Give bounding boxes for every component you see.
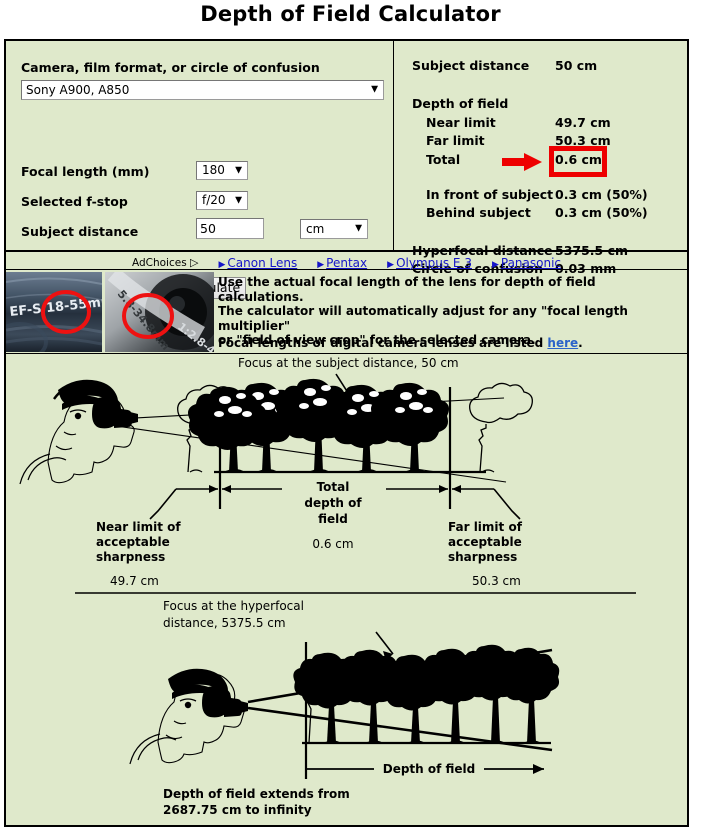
focal-length-label: Focal length (mm) bbox=[21, 164, 150, 179]
result-in-front-label: In front of subject bbox=[426, 187, 554, 202]
top-near-limit-line3: sharpness bbox=[96, 550, 165, 564]
top-diagram: Focus at the subject distance, 50 cm Tot… bbox=[19, 356, 533, 588]
input-form-pane: Camera, film format, or circle of confus… bbox=[6, 41, 393, 299]
bottom-focus-caption-line2: distance, 5375.5 cm bbox=[163, 616, 286, 630]
ad-link-canon-lens[interactable]: ▶ Canon Lens bbox=[219, 256, 298, 270]
here-link[interactable]: here bbox=[547, 336, 578, 350]
bottom-dof-label: Depth of field bbox=[383, 762, 476, 776]
top-far-limit-line3: sharpness bbox=[448, 550, 517, 564]
focal-length-value: 180 bbox=[202, 163, 225, 177]
result-far-limit-label: Far limit bbox=[426, 133, 485, 148]
subject-distance-label: Subject distance bbox=[21, 224, 139, 239]
result-subject-distance-label: Subject distance bbox=[412, 58, 530, 73]
adchoices-bar: AdChoices ▷ ▶ Canon Lens ▶ Pentax ▶ Olympus E … bbox=[6, 252, 687, 270]
diagram-area: Focus at the subject distance, 50 cm Tot… bbox=[6, 354, 687, 825]
info-block: EF-S 18-55mm 5.8-34.8mm 1:2.8-4.8 Use th… bbox=[6, 270, 687, 354]
triangle-right-icon: ▶ bbox=[387, 259, 395, 270]
red-arrow-icon bbox=[502, 153, 542, 171]
top-total-line2: depth of bbox=[304, 496, 362, 510]
result-subject-distance-value: 50 cm bbox=[555, 58, 598, 73]
result-total-value: 0.6 cm bbox=[555, 152, 602, 167]
page-title: Depth of Field Calculator bbox=[200, 2, 501, 26]
subject-distance-input[interactable]: 50 bbox=[196, 218, 264, 239]
ad-link-panasonic[interactable]: ▶ Panasonic bbox=[492, 256, 561, 270]
top-total-value: 0.6 cm bbox=[312, 537, 353, 551]
chevron-down-icon: ▼ bbox=[355, 223, 362, 234]
chevron-down-icon: ▼ bbox=[235, 165, 242, 175]
adchoices-icon: ▷ bbox=[190, 256, 199, 269]
result-behind-value: 0.3 cm (50%) bbox=[555, 205, 648, 220]
depth-of-field-diagrams: Focus at the subject distance, 50 cm Tot… bbox=[19, 356, 636, 817]
bottom-focus-caption-line1: Focus at the hyperfocal bbox=[163, 599, 304, 613]
photographer-icon bbox=[19, 379, 138, 485]
top-near-limit-value: 49.7 cm bbox=[110, 574, 159, 588]
tree-sharp-4 bbox=[371, 382, 449, 472]
fstop-value: f/20 bbox=[202, 193, 226, 207]
result-near-limit-label: Near limit bbox=[426, 115, 496, 130]
photographer-icon-2 bbox=[129, 668, 248, 765]
lens-photo-canon: EF-S 18-55mm bbox=[6, 272, 102, 352]
info-text-line4-prefix: Focal lengths of digital camera lenses a… bbox=[218, 336, 548, 350]
top-total-line3: field bbox=[318, 512, 348, 526]
camera-field-heading: Camera, film format, or circle of confus… bbox=[21, 60, 320, 75]
chevron-down-icon: ▼ bbox=[235, 195, 242, 205]
info-text-line1: Use the actual focal length of the lens … bbox=[218, 275, 596, 304]
unit-select[interactable]: cm ▼ bbox=[300, 219, 368, 239]
tree-blurred-right bbox=[469, 382, 533, 473]
top-near-limit-line1: Near limit of bbox=[96, 520, 181, 534]
top-total-line1: Total bbox=[317, 480, 350, 494]
bottom-diagram: Focus at the hyperfocal distance, 5375.5… bbox=[129, 599, 560, 817]
triangle-right-icon: ▶ bbox=[218, 259, 226, 270]
fstop-label: Selected f-stop bbox=[21, 194, 128, 209]
top-far-limit-line1: Far limit of bbox=[448, 520, 523, 534]
adchoices-label[interactable]: AdChoices ▷ bbox=[132, 256, 199, 269]
main-panel: Camera, film format, or circle of confus… bbox=[4, 39, 689, 827]
top-far-limit-value: 50.3 cm bbox=[472, 574, 521, 588]
triangle-right-icon: ▶ bbox=[317, 259, 325, 270]
result-near-limit-value: 49.7 cm bbox=[555, 115, 611, 130]
bottom-extent-line2: 2687.75 cm to infinity bbox=[163, 803, 312, 817]
calculator-row: Camera, film format, or circle of confus… bbox=[6, 41, 687, 299]
info-text-line4-suffix: . bbox=[578, 336, 583, 350]
triangle-right-icon: ▶ bbox=[491, 259, 499, 270]
bottom-extent-line1: Depth of field extends from bbox=[163, 787, 350, 801]
result-dof-heading: Depth of field bbox=[412, 96, 509, 111]
lens-photo-compact: 5.8-34.8mm 1:2.8-4.8 bbox=[105, 272, 214, 352]
ad-link-pentax[interactable]: ▶ Pentax bbox=[317, 256, 367, 270]
ad-link-olympus-e3[interactable]: ▶ Olympus E 3 bbox=[387, 256, 472, 270]
info-text-line4: Focal lengths of digital camera lenses a… bbox=[218, 336, 583, 350]
depth-of-field-calculator-page: Depth of Field Calculator Camera, film f… bbox=[0, 0, 701, 839]
camera-select-value: Sony A900, A850 bbox=[26, 83, 130, 97]
top-far-limit-line2: acceptable bbox=[448, 535, 522, 549]
result-behind-label: Behind subject bbox=[426, 205, 531, 220]
camera-select[interactable]: Sony A900, A850 ▼ bbox=[21, 80, 384, 100]
top-focus-caption: Focus at the subject distance, 50 cm bbox=[238, 356, 459, 370]
tree-sharp-5 bbox=[188, 386, 266, 472]
fstop-select[interactable]: f/20 ▼ bbox=[196, 191, 248, 210]
chevron-down-icon: ▼ bbox=[371, 84, 378, 95]
result-total-label: Total bbox=[426, 152, 461, 167]
focal-length-select[interactable]: 180 ▼ bbox=[196, 161, 248, 180]
results-pane: Subject distance 50 cm Depth of field Ne… bbox=[394, 41, 687, 276]
top-near-limit-line2: acceptable bbox=[96, 535, 170, 549]
info-text-line2: The calculator will automatically adjust… bbox=[218, 304, 628, 333]
result-in-front-value: 0.3 cm (50%) bbox=[555, 187, 648, 202]
unit-value: cm bbox=[306, 222, 325, 236]
